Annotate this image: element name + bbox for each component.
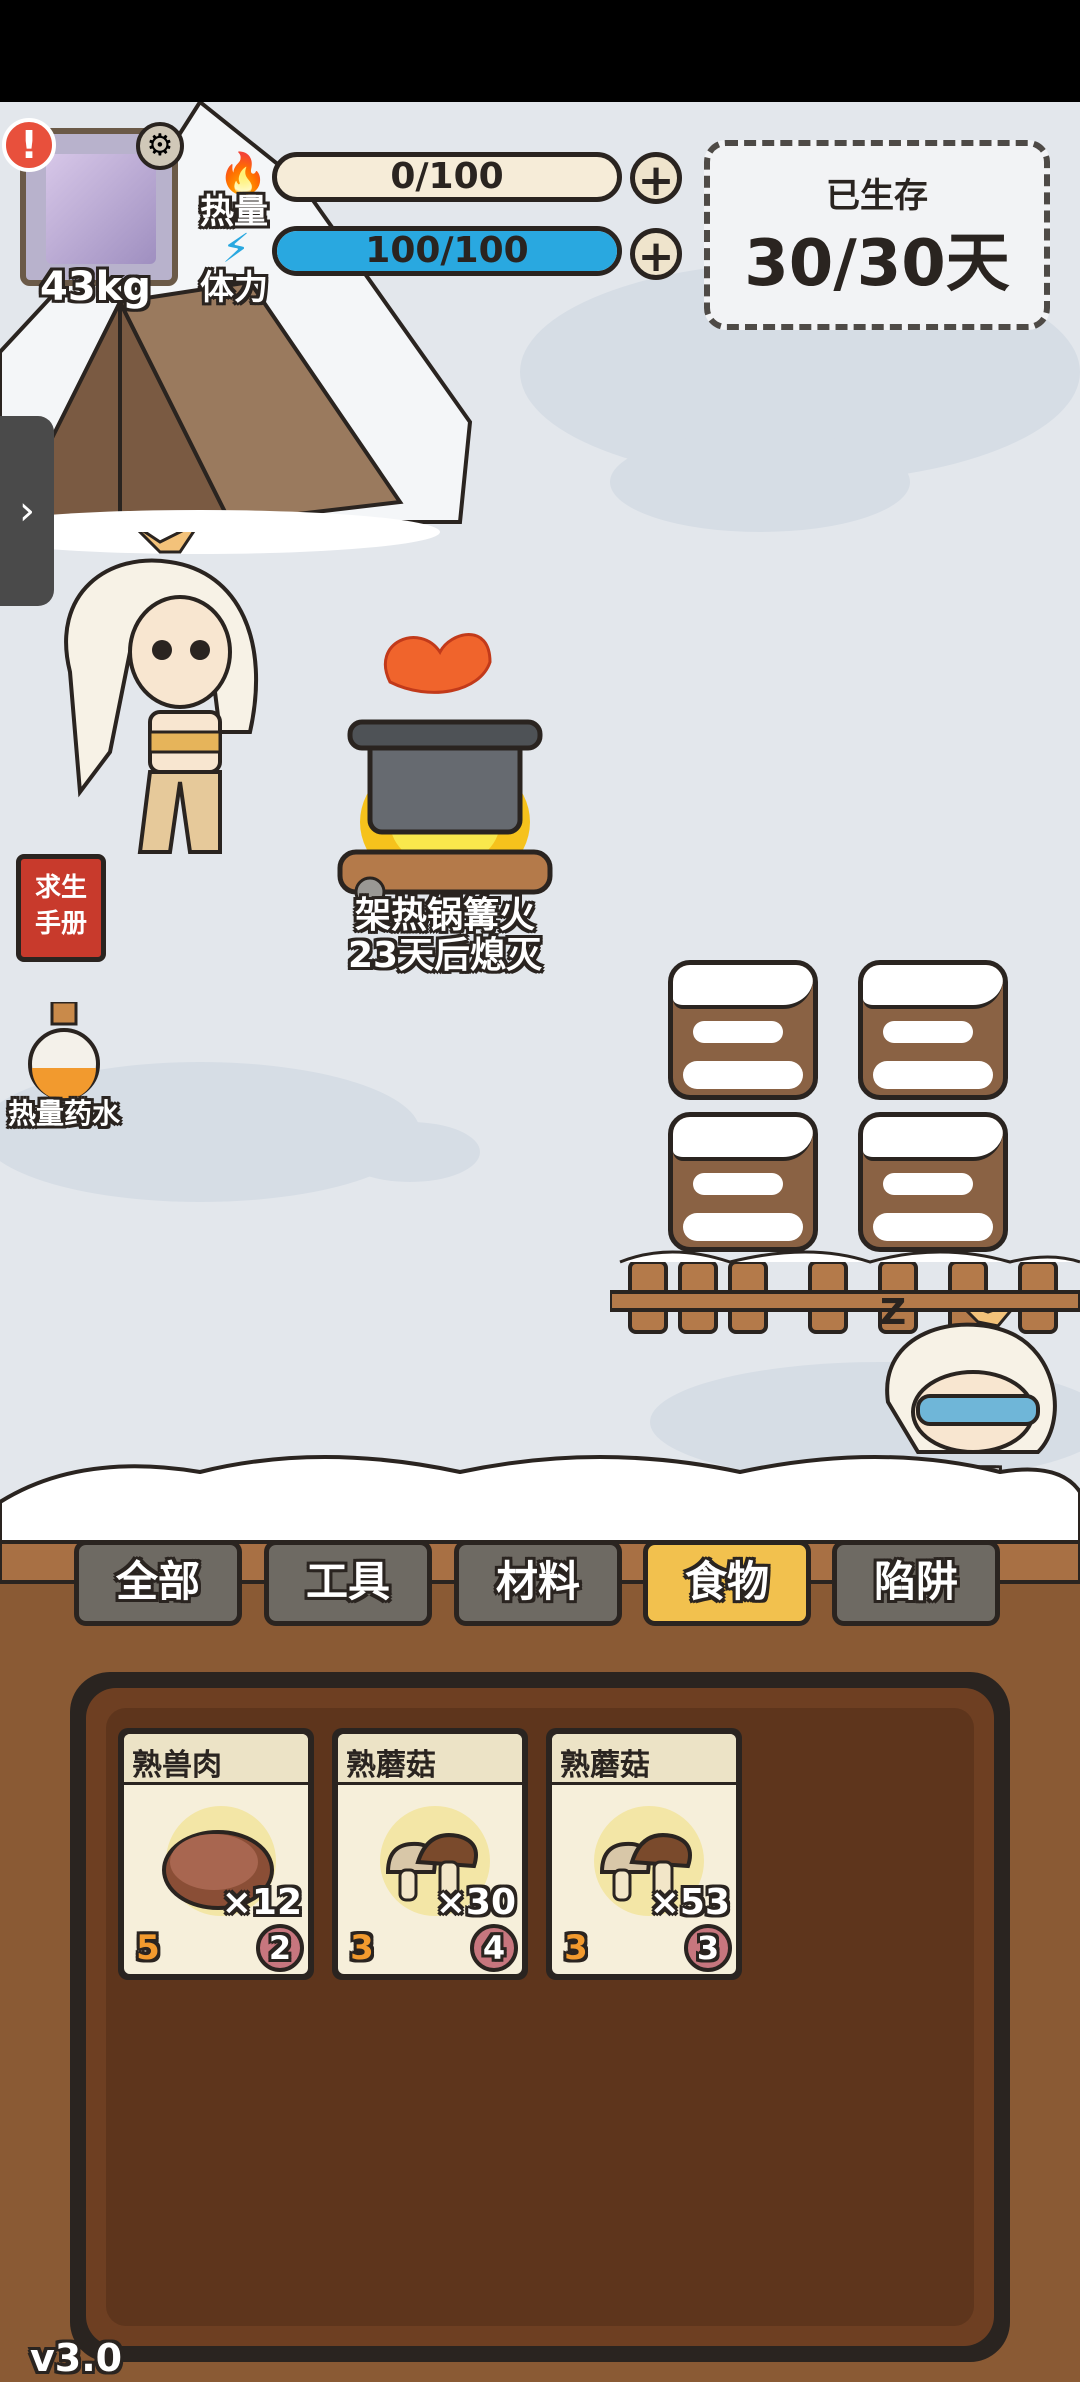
snow-plot[interactable] [668,960,818,1100]
player-character[interactable] [50,532,270,882]
weight-label: 43kg [40,264,151,310]
gear-icon[interactable]: ⚙ [136,122,184,170]
tab-traps[interactable]: 陷阱 [832,1540,1000,1626]
potion-label: 热量药水 [8,1097,121,1130]
item-name: 熟蘑菇 [346,1748,436,1783]
heat-bar: 0/100 [272,152,622,202]
tab-all[interactable]: 全部 [74,1540,242,1626]
add-stamina-button[interactable]: + [630,228,682,281]
survival-manual-button[interactable]: 求生 手册 [16,854,106,962]
survived-panel: 已生存 30/30天 [704,140,1050,330]
potion-icon [28,1000,100,1100]
item-stamina-value: 3 [684,1924,732,1972]
survived-days: 30/30天 [744,227,1010,301]
manual-label-1: 求生 [34,873,87,903]
item-stamina-value: 2 [256,1924,304,1972]
item-heat-value: 3 [350,1928,374,1968]
tab-tools[interactable]: 工具 [264,1540,432,1626]
item-card-cooked-mushroom-2[interactable]: 熟蘑菇 ×53 3 3 [546,1728,742,1980]
item-card-cooked-meat[interactable]: 熟兽肉 ×12 5 2 [118,1728,314,1980]
tab-food[interactable]: 食物 [643,1540,811,1626]
item-quantity: ×30 [435,1882,516,1923]
campfire-timer: 23天后熄灭 [347,935,543,976]
version-label: v3.0 [30,2336,123,2380]
category-tabs: 全部 工具 材料 食物 陷阱 [74,1540,1014,1630]
heat-potion-button[interactable] [26,1000,102,1102]
status-bar [0,0,1080,102]
item-name: 熟兽肉 [132,1748,222,1783]
alert-icon[interactable]: ! [2,118,56,172]
item-name: 熟蘑菇 [560,1748,650,1783]
item-quantity: ×53 [649,1882,730,1923]
item-stamina-value: 4 [470,1924,518,1972]
snow-plot[interactable] [858,960,1008,1100]
stamina-value: 100/100 [365,230,529,271]
item-heat-value: 3 [564,1928,588,1968]
item-heat-value: 5 [136,1928,160,1968]
side-drawer-toggle[interactable]: › [0,416,54,606]
stamina-bar: 100/100 [272,226,622,276]
item-quantity: ×12 [221,1882,302,1923]
game-scene: ! ⚙ 43kg 🔥 热量 0/100 + ⚡ 体力 100/100 + 已生存… [0,102,1080,2382]
item-card-cooked-mushroom-1[interactable]: 熟蘑菇 ×30 3 4 [332,1728,528,1980]
snow-plot[interactable] [858,1112,1008,1252]
manual-label-2: 手册 [34,909,87,939]
stamina-label: 体力 [200,268,268,308]
snow-plot[interactable] [668,1112,818,1252]
heat-value: 0/100 [390,156,504,197]
add-heat-button[interactable]: + [630,152,682,205]
tab-materials[interactable]: 材料 [454,1540,622,1626]
survived-label: 已生存 [826,176,928,216]
campfire-pot[interactable] [330,622,560,922]
